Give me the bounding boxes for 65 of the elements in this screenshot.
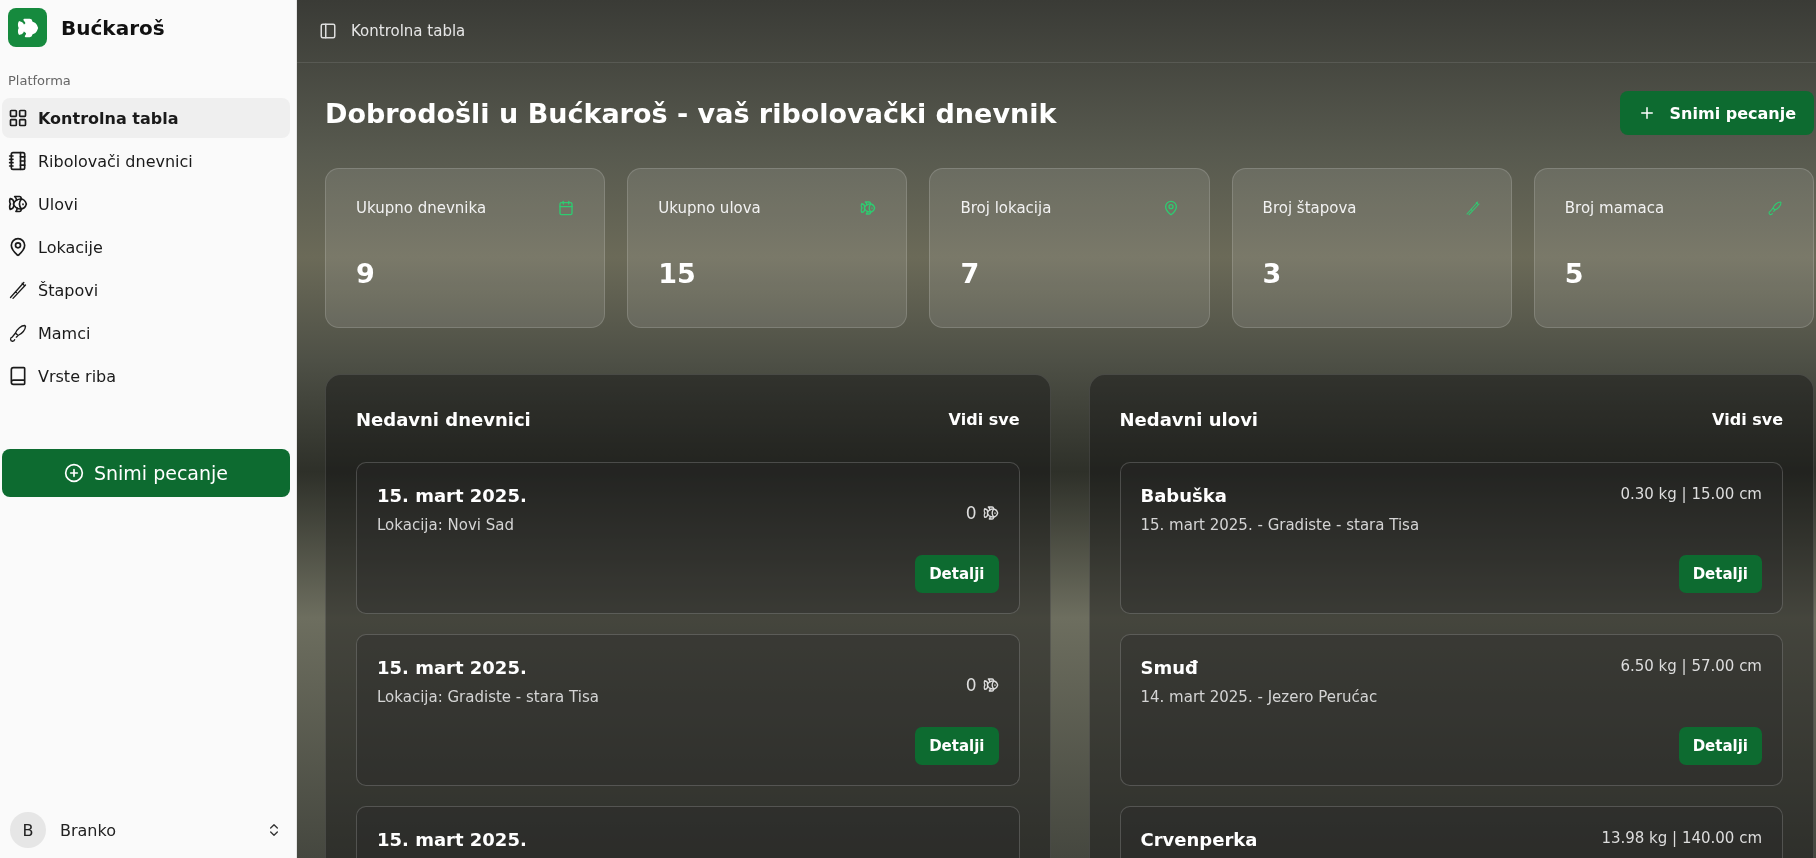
user-name: Branko [60,820,117,840]
grid-icon [8,108,28,128]
fish-species: Smuđ [1140,657,1199,678]
record-fishing-button[interactable]: Snimi pecanje [1619,91,1814,135]
stat-value: 9 [356,258,376,289]
map-pin-icon [1162,200,1179,216]
fishing-rod-icon [1464,200,1481,216]
fish-icon [982,505,999,521]
fish-icon [860,200,877,216]
stat-value: 7 [960,258,981,289]
fishing-rod-icon [8,280,28,300]
stat-label: Ukupno ulova [658,199,761,217]
lure-icon [8,323,28,343]
fish-icon [8,194,28,214]
fish-icon [982,677,999,693]
app-name: Bućkaroš [61,15,165,40]
fish-species: Crvenperka [1140,829,1258,850]
stat-label: Broj mamaca [1564,199,1665,217]
sidebar-item[interactable]: Vrste riba [2,356,290,396]
record-fishing-button[interactable]: Snimi pecanje [2,449,290,497]
calendar-icon [558,200,575,216]
catch-details: 14. mart 2025. - Jezero Perućac [1140,688,1378,706]
sidebar-item[interactable]: Ribolovači dnevnici [2,141,290,181]
stat-label: Broj štapova [1262,199,1357,217]
stat-label: Ukupno dnevnika [356,199,487,217]
details-button[interactable]: Detalji [915,727,999,765]
catch-details: 15. mart 2025. - Gradiste - stara Tisa [1140,516,1420,534]
plus-circle-icon [63,463,84,483]
details-button[interactable]: Detalji [1678,727,1762,765]
sidebar-item[interactable]: Mamci [2,313,290,353]
map-pin-icon [8,237,28,257]
breadcrumb: Kontrolna tabla [351,22,466,40]
see-all-link[interactable]: Vidi sve [948,410,1020,429]
catch-count: 0 [965,675,977,695]
book-icon [8,366,28,386]
stat-value: 15 [658,258,697,289]
catch-measurements: 6.50 kg | 57.00 cm [1620,657,1762,675]
page-title: Dobrodošli u Bućkaroš - vaš ribolovački dnevnik [325,97,1057,129]
catch-measurements: 13.98 kg | 140.00 cm [1601,829,1762,847]
stat-label: Broj lokacija [960,199,1052,217]
catch-measurements: 0.30 kg | 15.00 cm [1620,485,1762,503]
journal-location: Lokacija: Gradiste - stara Tisa [377,688,599,706]
see-all-link[interactable]: Vidi sve [1712,410,1783,429]
panel-title: Nedavni dnevnici [356,409,531,430]
sidebar-toggle-icon[interactable] [319,22,337,40]
panel-title: Nedavni ulovi [1119,409,1259,430]
user-avatar: B [10,812,46,848]
stat-value: 3 [1262,258,1283,289]
journal-location: Lokacija: Novi Sad [377,516,515,534]
lure-icon [1767,200,1783,216]
app-logo [8,8,47,47]
catch-count: 0 [965,503,977,523]
fish-species: Babuška [1140,485,1228,506]
sidebar-item[interactable]: Ulovi [2,184,290,224]
details-button[interactable]: Detalji [1678,555,1762,593]
journal-date: 15. mart 2025. [377,485,527,506]
section-label: Platforma [7,72,72,90]
sidebar-item[interactable]: Štapovi [2,270,290,310]
notebook-icon [8,151,28,171]
journal-date: 15. mart 2025. [377,657,528,678]
stat-value: 5 [1564,258,1585,289]
sidebar-item[interactable]: Kontrolna tabla [2,98,290,138]
details-button[interactable]: Detalji [915,555,999,593]
sidebar-item[interactable]: Lokacije [2,227,290,267]
journal-date: 15. mart 2025. [377,829,527,850]
